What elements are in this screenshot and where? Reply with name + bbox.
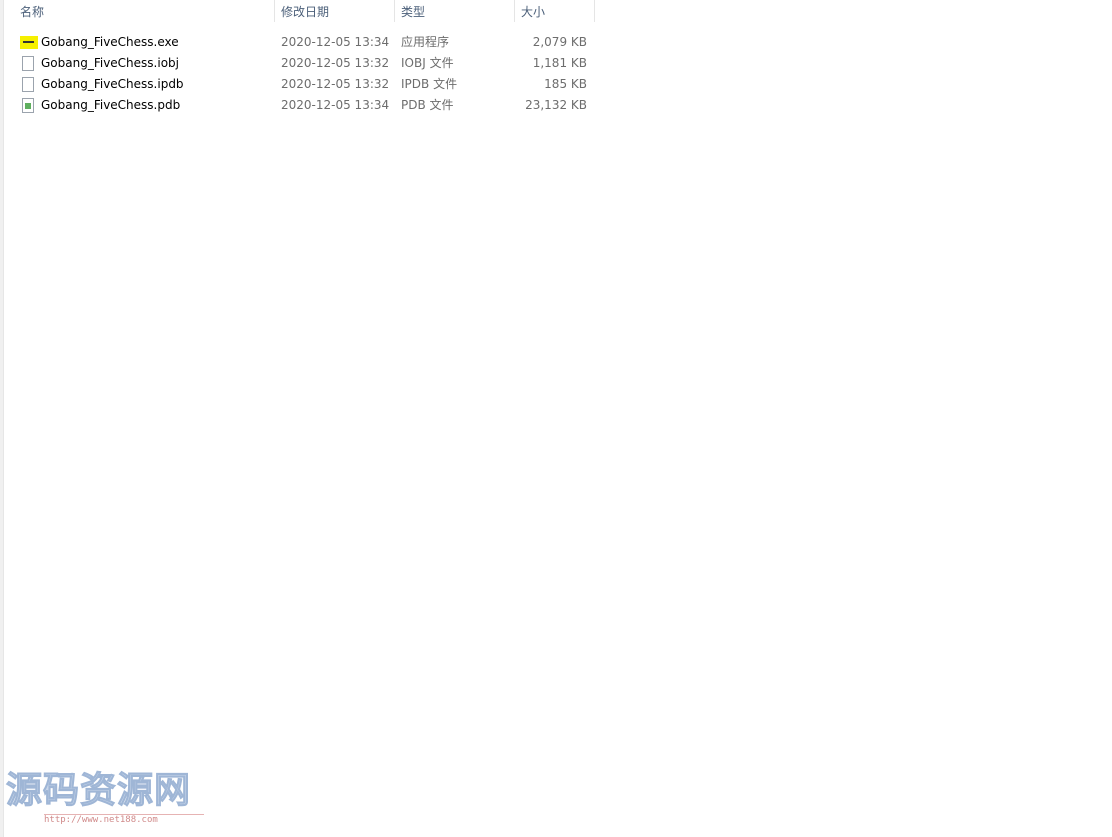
file-size: 2,079 KB [532,35,587,49]
file-name: Gobang_FiveChess.exe [41,35,179,49]
column-header-size[interactable]: 大小 [515,0,595,24]
file-name: Gobang_FiveChess.iobj [41,56,179,70]
file-size: 1,181 KB [532,56,587,70]
watermark-url: http://www.net188.com [44,814,204,825]
file-date: 2020-12-05 13:34 [281,98,390,112]
file-date: 2020-12-05 13:32 [281,56,390,70]
watermark: 源码资源网 http://www.net188.com [6,770,206,825]
exe-icon [20,36,38,49]
file-row[interactable]: Gobang_FiveChess.pdb 2020-12-05 13:34 PD… [0,95,600,116]
left-pane-edge [0,0,4,837]
file-type: 应用程序 [401,35,450,49]
column-header-date[interactable]: 修改日期 [275,0,395,24]
file-icon [22,77,34,92]
file-list: Gobang_FiveChess.exe 2020-12-05 13:34 应用… [0,32,600,116]
file-date: 2020-12-05 13:32 [281,77,390,91]
pdb-file-icon [22,98,34,113]
file-date: 2020-12-05 13:34 [281,35,390,49]
column-header-name[interactable]: 名称 [14,0,275,24]
file-icon [22,56,34,71]
file-type: PDB 文件 [401,98,454,112]
file-type: IPDB 文件 [401,77,458,91]
file-row[interactable]: Gobang_FiveChess.iobj 2020-12-05 13:32 I… [0,53,600,74]
file-name: Gobang_FiveChess.pdb [41,98,181,112]
file-size: 185 KB [544,77,587,91]
file-size: 23,132 KB [525,98,587,112]
column-header-type[interactable]: 类型 [395,0,515,24]
watermark-title: 源码资源网 [6,770,192,812]
file-name: Gobang_FiveChess.ipdb [41,77,184,91]
file-type: IOBJ 文件 [401,56,454,70]
file-row[interactable]: Gobang_FiveChess.exe 2020-12-05 13:34 应用… [0,32,600,53]
file-row[interactable]: Gobang_FiveChess.ipdb 2020-12-05 13:32 I… [0,74,600,95]
column-header: ^ 名称 修改日期 类型 大小 [0,0,596,24]
